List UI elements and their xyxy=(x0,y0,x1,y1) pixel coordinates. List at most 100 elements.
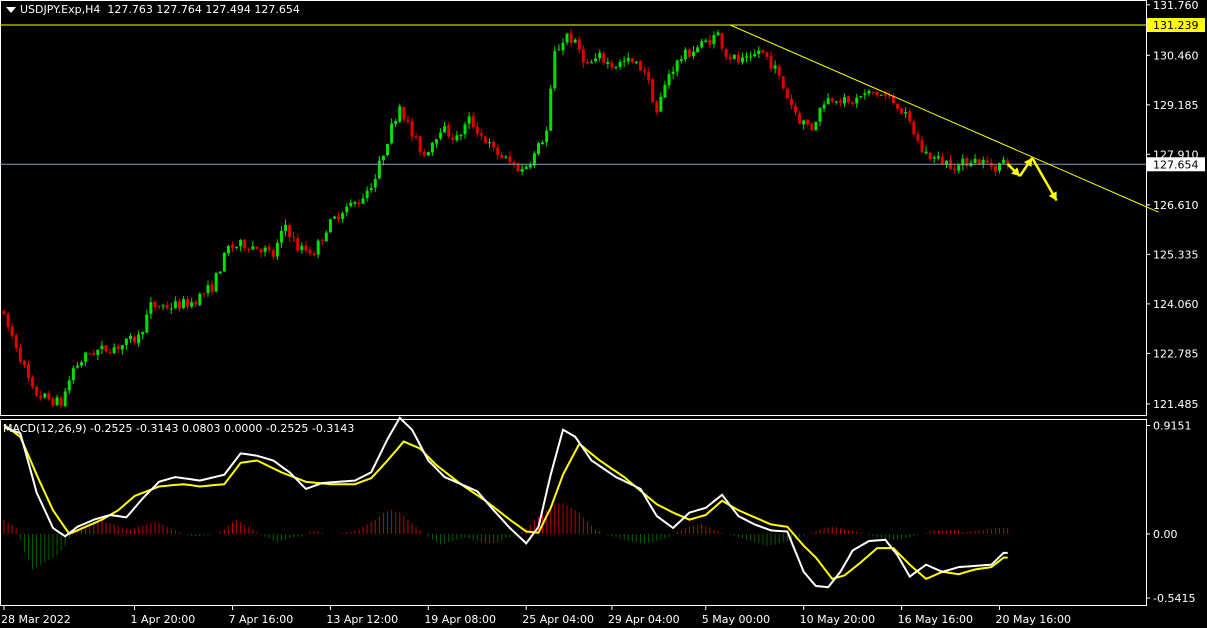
candle-body xyxy=(973,158,977,163)
price-chart-canvas[interactable]: 131.760130.460129.185127.910126.610125.3… xyxy=(0,0,1207,628)
candle-body xyxy=(671,71,675,74)
candle-body xyxy=(337,216,341,220)
candle-body xyxy=(288,225,292,237)
candle-body xyxy=(732,54,736,59)
macd-tick-label: -0.5415 xyxy=(1153,592,1195,605)
candle-body xyxy=(512,162,516,164)
candle-body xyxy=(2,311,6,315)
candle-body xyxy=(769,56,773,69)
candle-body xyxy=(35,386,39,396)
candle-body xyxy=(508,156,512,162)
candle-body xyxy=(112,347,116,353)
candle-body xyxy=(332,216,336,219)
candle-body xyxy=(667,74,671,86)
candle-body xyxy=(275,242,279,257)
time-tick-label: 7 Apr 16:00 xyxy=(228,613,293,626)
candle-body xyxy=(716,32,720,36)
candle-body xyxy=(67,380,71,391)
candle-body xyxy=(116,346,120,349)
symbol-label: USDJPY.Exp,H4 xyxy=(20,3,101,16)
candle-body xyxy=(614,66,618,68)
time-tick-label: 29 Apr 04:00 xyxy=(608,613,680,626)
candle-body xyxy=(496,147,500,155)
candle-body xyxy=(137,334,141,344)
candle-body xyxy=(916,134,920,141)
macd-tick-label: 0.9151 xyxy=(1153,420,1192,433)
ohlc-open: 127.763 xyxy=(107,3,153,16)
macd-tick-label: 0.00 xyxy=(1153,528,1178,541)
candle-body xyxy=(536,143,540,155)
candle-body xyxy=(235,246,239,249)
candle-body xyxy=(341,213,345,219)
candle-body xyxy=(492,141,496,148)
candle-body xyxy=(218,271,222,274)
price-tick-label: 124.060 xyxy=(1153,298,1199,311)
candle-body xyxy=(581,49,585,63)
candle-body xyxy=(887,95,891,97)
price-tick-label: 126.610 xyxy=(1153,199,1199,212)
candle-body xyxy=(239,239,243,247)
candle-body xyxy=(426,152,430,156)
ohlc-high: 127.764 xyxy=(156,3,202,16)
candle-body xyxy=(663,84,667,98)
candle-body xyxy=(263,247,267,252)
candle-body xyxy=(708,39,712,45)
time-tick-label: 1 Apr 20:00 xyxy=(131,613,196,626)
candle-body xyxy=(430,142,434,153)
candle-body xyxy=(394,120,398,125)
candle-body xyxy=(133,336,137,343)
candle-body xyxy=(422,151,426,156)
candle-body xyxy=(561,42,565,51)
candle-body xyxy=(928,152,932,160)
candle-body xyxy=(545,130,549,143)
candle-body xyxy=(1002,159,1006,164)
candle-body xyxy=(712,35,716,44)
candle-body xyxy=(104,345,108,352)
candle-body xyxy=(806,119,810,125)
candle-body xyxy=(953,168,957,171)
candle-body xyxy=(267,246,271,250)
candle-body xyxy=(626,57,630,62)
candle-body xyxy=(186,299,190,307)
price-tick-label: 129.185 xyxy=(1153,99,1199,112)
candle-body xyxy=(300,245,304,250)
candle-body xyxy=(720,33,724,49)
candle-body xyxy=(904,112,908,114)
candle-body xyxy=(386,144,390,156)
candle-body xyxy=(500,154,504,158)
candle-body xyxy=(924,151,928,154)
candle-body xyxy=(373,178,377,188)
dropdown-triangle-icon[interactable] xyxy=(6,7,16,13)
candle-body xyxy=(443,126,447,133)
chart-header[interactable]: USDJPY.Exp,H4 127.763 127.764 127.494 12… xyxy=(6,3,300,16)
candle-body xyxy=(471,115,475,128)
candle-body xyxy=(675,60,679,72)
candle-body xyxy=(84,352,88,362)
price-tick-label: 125.335 xyxy=(1153,248,1199,261)
candle-body xyxy=(406,119,410,122)
candle-body xyxy=(153,301,157,308)
candle-body xyxy=(590,62,594,64)
candle-body xyxy=(602,53,606,64)
price-tick-label: 130.460 xyxy=(1153,49,1199,62)
candle-body xyxy=(875,91,879,96)
candle-body xyxy=(369,188,373,191)
candle-body xyxy=(145,314,149,333)
candle-body xyxy=(740,57,744,63)
chart-background xyxy=(0,0,1207,628)
time-tick-label: 25 Apr 04:00 xyxy=(522,613,594,626)
candle-body xyxy=(320,239,324,241)
candle-body xyxy=(981,159,985,164)
candle-body xyxy=(141,332,145,335)
candle-body xyxy=(798,113,802,124)
candle-body xyxy=(100,345,104,350)
candle-body xyxy=(638,61,642,71)
candle-body xyxy=(993,165,997,172)
ohlc-low: 127.494 xyxy=(205,3,251,16)
candle-body xyxy=(728,57,732,60)
candle-body xyxy=(965,158,969,167)
candle-body xyxy=(279,230,283,243)
candle-body xyxy=(108,352,112,354)
candle-body xyxy=(63,391,67,407)
candle-body xyxy=(773,65,777,69)
